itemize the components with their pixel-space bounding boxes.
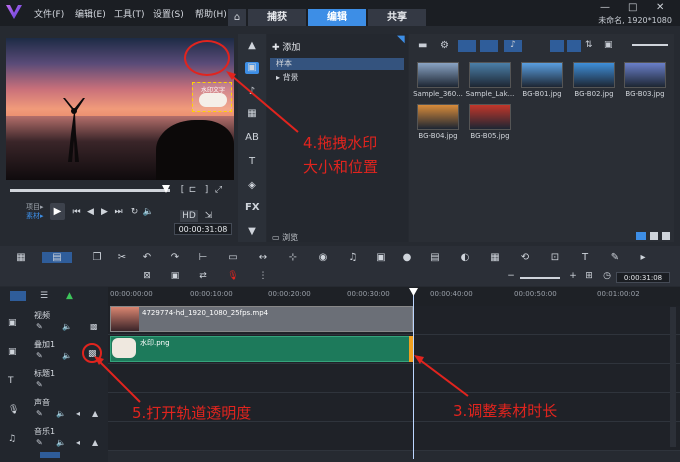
thumbnail-label: BG-B03.jpg [625,90,665,98]
thumbnail-label: Sample_360... [413,90,463,98]
arrow-transparency [99,361,141,403]
thumbnail-label: BG-B05.jpg [470,132,510,140]
annotation-step4-line1: 4.拖拽水印 [303,134,378,152]
thumbnail-label: BG-B02.jpg [574,90,614,98]
ruler-tick-label: 00:00:40:00 [430,290,473,298]
thumbnail-1[interactable] [469,62,511,88]
thumbnail-5[interactable] [417,104,459,130]
thumbnail-label: BG-B04.jpg [418,132,458,140]
ruler-tick-label: 00:00:10:00 [190,290,233,298]
arrow-duration [419,359,469,397]
thumbnail-2[interactable] [521,62,563,88]
thumbnail-6[interactable] [469,104,511,130]
thumbnail-0[interactable] [417,62,459,88]
ruler-tick-label: 00:00:30:00 [347,290,390,298]
annotation-step5: 5.打开轨道透明度 [132,404,252,422]
ruler-tick-label: 00:00:50:00 [514,290,557,298]
thumbnail-4[interactable] [624,62,666,88]
thumbnail-label: Sample_Lak... [465,90,515,98]
annotation-step4-line2: 大小和位置 [303,158,379,176]
thumbnail-label: BG-B01.jpg [522,90,562,98]
thumbnail-3[interactable] [573,62,615,88]
ruler-tick-label: 00:00:00:00 [110,290,153,298]
arrow-watermark [231,75,299,133]
annotation-step3: 3.调整素材时长 [453,402,558,420]
ruler-tick-label: 00:01:00:02 [597,290,640,298]
ruler-tick-label: 00:00:20:00 [268,290,311,298]
